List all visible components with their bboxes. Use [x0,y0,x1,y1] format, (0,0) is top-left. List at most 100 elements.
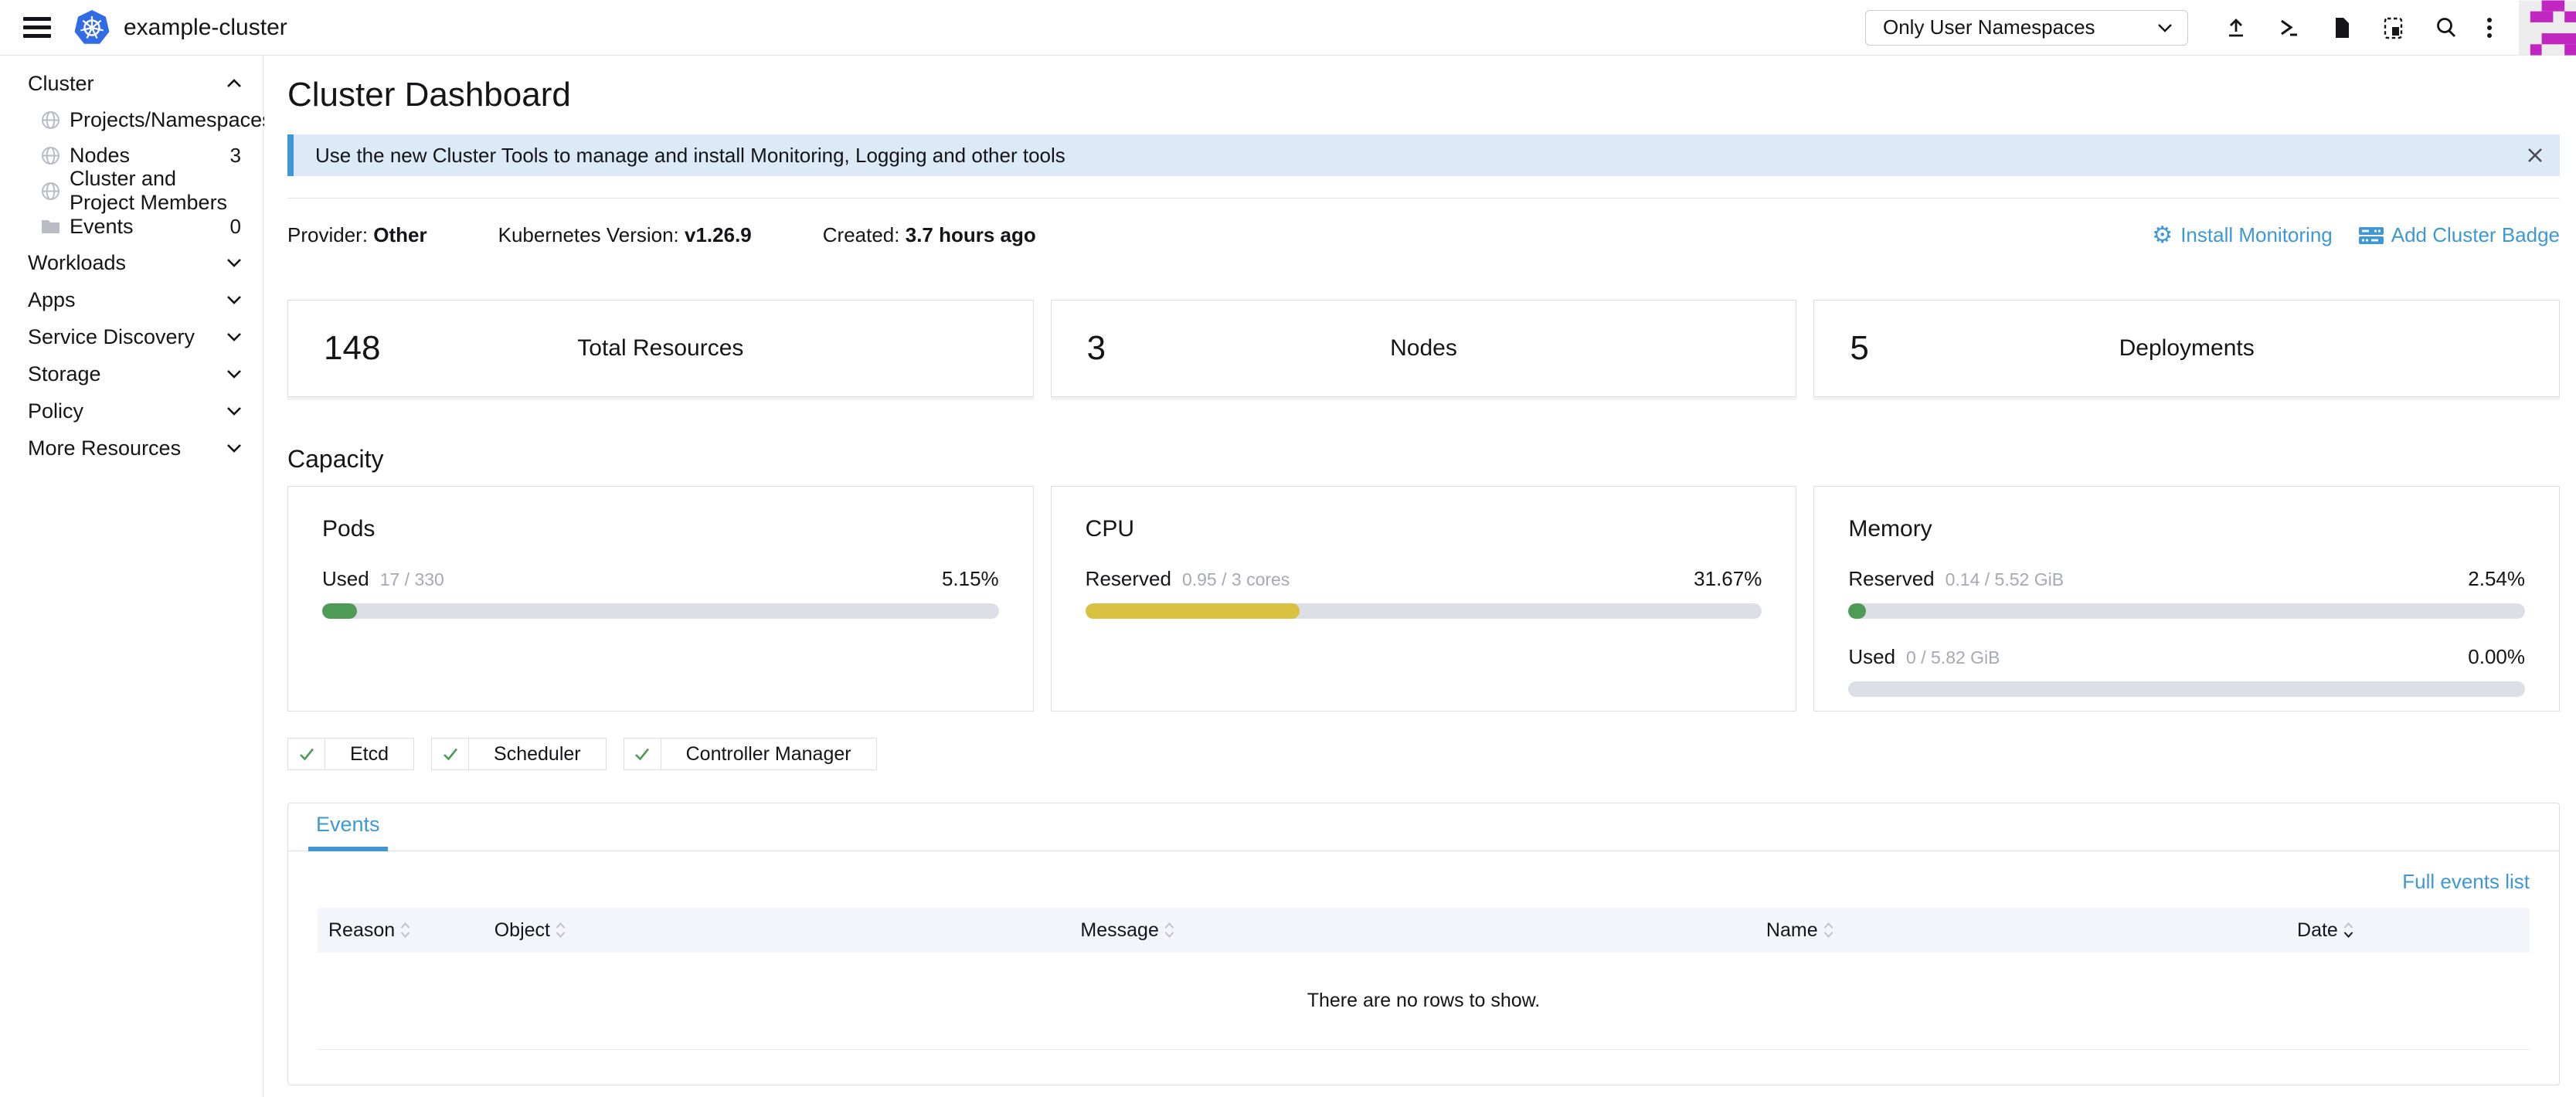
sort-icon [1823,920,1834,940]
column-label: Message [1080,919,1158,942]
sidebar: Cluster Projects/Namespaces Nodes 3 Clus… [0,56,263,1097]
capacity-row: Used 17 / 330 5.15% [322,567,999,591]
empty-state-text: There are no rows to show. [1307,990,1541,1012]
count-card-label: Nodes [1052,335,1796,362]
menu-icon[interactable] [23,12,51,42]
sidebar-group-label: Workloads [28,251,126,275]
full-events-list-link[interactable]: Full events list [2402,870,2530,894]
close-icon[interactable] [2524,144,2546,166]
capacity-card-title: Pods [322,516,999,542]
column-header-object[interactable]: Object [484,919,1070,942]
gear-icon: ⚙ [2152,224,2173,247]
badge-label: Scheduler [469,739,606,769]
sidebar-group-label: Cluster [28,72,94,96]
sidebar-group-policy[interactable]: Policy [0,392,263,430]
kubernetes-logo-icon[interactable] [74,10,110,46]
globe-icon [40,181,61,202]
check-icon [432,739,469,769]
sidebar-item-label: Projects/Namespaces [70,108,273,132]
column-label: Date [2297,919,2338,942]
copy-kubeconfig-icon[interactable] [2381,15,2407,41]
sidebar-group-label: More Resources [28,436,181,460]
sort-icon-active-desc [2343,920,2354,940]
column-header-message[interactable]: Message [1069,919,1755,942]
glance-label: Created: [823,223,900,246]
kebab-menu-icon[interactable] [2486,15,2493,41]
sidebar-group-more-resources[interactable]: More Resources [0,430,263,467]
sidebar-item-projects-namespaces[interactable]: Projects/Namespaces [0,102,263,138]
sidebar-group-service-discovery[interactable]: Service Discovery [0,318,263,355]
capacity-row-label: Reserved [1086,567,1171,591]
events-table-header: Reason Object Message Name Date [318,908,2530,953]
sidebar-group-label: Policy [28,399,83,423]
events-panel: Events Full events list Reason Object Me… [287,803,2560,1085]
download-kubeconfig-icon[interactable] [2328,15,2354,41]
count-card-label: Total Resources [288,335,1033,362]
sidebar-item-count: 0 [230,215,241,239]
capacity-row: Used 0 / 5.82 GiB 0.00% [1848,645,2525,669]
capacity-heading: Capacity [287,445,2560,474]
info-banner-text: Use the new Cluster Tools to manage and … [315,144,1065,168]
column-header-name[interactable]: Name [1755,919,2286,942]
sidebar-item-label: Nodes [70,144,130,168]
sidebar-item-label: Events [70,215,134,239]
progress-bar [1848,603,2525,619]
chevron-down-icon [2156,22,2173,33]
sidebar-group-storage[interactable]: Storage [0,355,263,392]
glance-label: Provider: [287,223,368,246]
count-card-value: 5 [1850,329,1868,368]
deployments-card[interactable]: Deployments 5 [1813,300,2560,397]
chevron-down-icon [224,440,244,456]
tab-events[interactable]: Events [308,813,388,851]
count-card-value: 3 [1087,329,1106,368]
sidebar-item-cluster-members[interactable]: Cluster and Project Members [0,173,263,209]
column-header-date[interactable]: Date [2286,919,2530,942]
column-header-reason[interactable]: Reason [318,919,484,942]
capacity-row-percent: 0.00% [2468,645,2525,669]
page-title: Cluster Dashboard [287,76,2560,114]
sidebar-group-cluster[interactable]: Cluster [0,65,263,102]
glance-value: v1.26.9 [685,223,752,246]
pods-capacity-card: Pods Used 17 / 330 5.15% [287,486,1034,712]
check-icon [288,739,325,769]
sidebar-group-apps[interactable]: Apps [0,281,263,318]
total-resources-card[interactable]: Total Resources 148 [287,300,1034,397]
badge-icon [2359,226,2384,246]
namespace-filter-select[interactable]: Only User Namespaces [1865,10,2188,46]
search-icon[interactable] [2433,15,2459,41]
add-cluster-badge-link[interactable]: Add Cluster Badge [2359,223,2560,247]
scheduler-status-badge: Scheduler [431,738,607,770]
globe-icon [40,110,61,131]
kubectl-shell-icon[interactable] [2275,15,2302,41]
glance-provider: Provider: Other [287,223,427,247]
install-monitoring-label: Install Monitoring [2180,223,2333,247]
column-label: Reason [328,919,395,942]
capacity-row-detail: 0 / 5.82 GiB [1906,647,2000,668]
chevron-down-icon [224,292,244,307]
events-table-empty-state: There are no rows to show. [318,953,2530,1050]
section-divider [287,198,2560,199]
sort-icon [555,920,566,940]
add-cluster-badge-label: Add Cluster Badge [2391,223,2560,247]
sidebar-group-label: Apps [28,288,76,312]
chevron-down-icon [224,366,244,382]
avatar-identicon[interactable] [2519,0,2576,56]
column-label: Object [494,919,550,942]
capacity-row-detail: 17 / 330 [380,569,444,590]
sidebar-item-label: Cluster and Project Members [70,167,241,215]
capacity-row: Reserved 0.95 / 3 cores 31.67% [1086,567,1762,591]
sidebar-group-workloads[interactable]: Workloads [0,244,263,281]
import-yaml-icon[interactable] [2223,15,2249,41]
events-link-row: Full events list [288,851,2559,894]
capacity-cards: Pods Used 17 / 330 5.15% CPU Reserved 0.… [287,486,2560,712]
capacity-row-label: Used [322,567,369,591]
glance-label: Kubernetes Version: [498,223,679,246]
info-banner: Use the new Cluster Tools to manage and … [287,134,2560,176]
glance-value: Other [373,223,427,246]
nodes-card[interactable]: Nodes 3 [1051,300,1797,397]
top-bar: example-cluster Only User Namespaces [0,0,2576,56]
install-monitoring-link[interactable]: ⚙ Install Monitoring [2152,223,2332,247]
namespace-filter-value: Only User Namespaces [1883,15,2156,39]
count-card-value: 148 [324,329,380,368]
column-label: Name [1766,919,1818,942]
